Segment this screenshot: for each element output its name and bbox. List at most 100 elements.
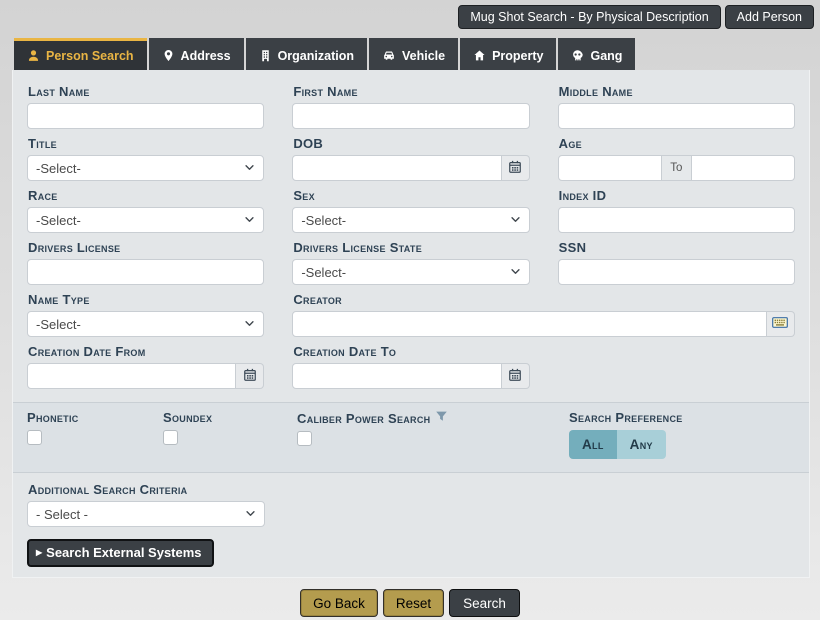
field-ssn: SSN: [558, 240, 795, 285]
dob-calendar-button[interactable]: [502, 155, 530, 181]
reset-button[interactable]: Reset: [383, 589, 444, 617]
tab-label: Gang: [590, 49, 622, 63]
calendar-icon: [243, 368, 257, 385]
calendar-icon: [508, 368, 522, 385]
chevron-down-icon: [244, 213, 255, 228]
field-drivers-license-state: Drivers License State -Select-: [292, 240, 529, 285]
tab-organization[interactable]: Organization: [246, 38, 367, 70]
search-preference-all-button[interactable]: All: [569, 430, 617, 459]
drivers-license-state-select[interactable]: -Select-: [292, 259, 529, 285]
age-from-input[interactable]: [558, 155, 662, 181]
search-preference-any-button[interactable]: Any: [617, 430, 666, 459]
tab-label: Vehicle: [402, 49, 445, 63]
field-additional-search-criteria: Additional Search Criteria - Select -: [27, 482, 795, 527]
creation-date-to-input[interactable]: [292, 363, 501, 389]
keyboard-icon: [772, 316, 788, 332]
tab-property[interactable]: Property: [460, 38, 556, 70]
search-external-systems-label: Search External Systems: [46, 545, 201, 560]
name-type-select[interactable]: -Select-: [27, 311, 264, 337]
sex-select-value: -Select-: [301, 213, 346, 228]
caret-right-icon: ▶: [36, 549, 42, 557]
field-soundex: Soundex: [163, 410, 297, 459]
add-person-button[interactable]: Add Person: [725, 5, 814, 29]
search-external-systems-button[interactable]: ▶ Search External Systems: [27, 539, 214, 567]
caliber-power-search-checkbox[interactable]: [297, 431, 312, 446]
tab-label: Person Search: [46, 49, 134, 63]
creation-date-to-label: Creation Date To: [293, 344, 528, 359]
name-type-select-value: -Select-: [36, 317, 81, 332]
age-to-separator: To: [662, 155, 692, 181]
age-label: Age: [559, 136, 794, 151]
chevron-down-icon: [244, 317, 255, 332]
funnel-icon: [435, 410, 448, 426]
phonetic-label: Phonetic: [27, 410, 163, 425]
title-select[interactable]: -Select-: [27, 155, 264, 181]
field-title: Title -Select-: [27, 136, 264, 181]
ssn-label: SSN: [559, 240, 794, 255]
phonetic-checkbox[interactable]: [27, 430, 42, 445]
search-preference-toggle: All Any: [569, 430, 795, 459]
tab-vehicle[interactable]: Vehicle: [369, 38, 458, 70]
field-phonetic: Phonetic: [27, 410, 163, 459]
field-search-preference: Search Preference All Any: [569, 410, 795, 459]
tab-person-search[interactable]: Person Search: [14, 38, 147, 70]
field-caliber-power-search: Caliber Power Search: [297, 410, 569, 459]
search-preference-label: Search Preference: [569, 410, 795, 425]
chevron-down-icon: [245, 507, 256, 522]
additional-search-criteria-select[interactable]: - Select -: [27, 501, 265, 527]
drivers-license-state-label: Drivers License State: [293, 240, 528, 255]
caliber-power-search-text: Caliber Power Search: [297, 411, 430, 426]
map-pin-icon: [162, 49, 175, 62]
field-dob: DOB: [292, 136, 529, 181]
soundex-label: Soundex: [163, 410, 297, 425]
field-last-name: Last Name: [27, 84, 264, 129]
ssn-input[interactable]: [558, 259, 795, 285]
creator-lookup-button[interactable]: [767, 311, 795, 337]
middle-name-input[interactable]: [558, 103, 795, 129]
tab-address[interactable]: Address: [149, 38, 244, 70]
creator-input[interactable]: [292, 311, 767, 337]
chevron-down-icon: [510, 265, 521, 280]
tab-label: Organization: [278, 49, 354, 63]
footer-actions: Go Back Reset Search: [0, 589, 820, 617]
top-action-bar: Mug Shot Search - By Physical Descriptio…: [458, 5, 814, 29]
creation-date-from-calendar-button[interactable]: [236, 363, 264, 389]
race-select[interactable]: -Select-: [27, 207, 264, 233]
tab-gang[interactable]: Gang: [558, 38, 635, 70]
chevron-down-icon: [510, 213, 521, 228]
tab-label: Property: [492, 49, 543, 63]
field-name-type: Name Type -Select-: [27, 292, 264, 337]
go-back-button[interactable]: Go Back: [300, 589, 378, 617]
middle-name-label: Middle Name: [559, 84, 794, 99]
first-name-input[interactable]: [292, 103, 529, 129]
creation-date-from-input[interactable]: [27, 363, 236, 389]
field-middle-name: Middle Name: [558, 84, 795, 129]
sex-select[interactable]: -Select-: [292, 207, 529, 233]
creation-date-to-calendar-button[interactable]: [502, 363, 530, 389]
soundex-checkbox[interactable]: [163, 430, 178, 445]
tab-strip: Person Search Address Organization Vehic…: [14, 38, 635, 70]
field-first-name: First Name: [292, 84, 529, 129]
drivers-license-input[interactable]: [27, 259, 264, 285]
age-to-input[interactable]: [692, 155, 795, 181]
dob-input[interactable]: [292, 155, 501, 181]
race-select-value: -Select-: [36, 213, 81, 228]
title-label: Title: [28, 136, 263, 151]
caliber-power-search-label: Caliber Power Search: [297, 410, 569, 426]
field-sex: Sex -Select-: [292, 188, 529, 233]
chevron-down-icon: [244, 161, 255, 176]
person-icon: [27, 49, 40, 62]
index-id-input[interactable]: [558, 207, 795, 233]
drivers-license-state-select-value: -Select-: [301, 265, 346, 280]
search-button[interactable]: Search: [449, 589, 520, 617]
mug-shot-search-button[interactable]: Mug Shot Search - By Physical Descriptio…: [458, 5, 720, 29]
search-form: Last Name First Name Middle Name Title -…: [13, 70, 809, 389]
field-creation-date-from: Creation Date From: [27, 344, 264, 389]
additional-search-criteria-label: Additional Search Criteria: [28, 482, 794, 497]
name-type-label: Name Type: [28, 292, 263, 307]
age-range-group: To: [558, 155, 795, 181]
person-search-panel: Last Name First Name Middle Name Title -…: [12, 70, 810, 578]
tab-label: Address: [181, 49, 231, 63]
drivers-license-label: Drivers License: [28, 240, 263, 255]
last-name-input[interactable]: [27, 103, 264, 129]
